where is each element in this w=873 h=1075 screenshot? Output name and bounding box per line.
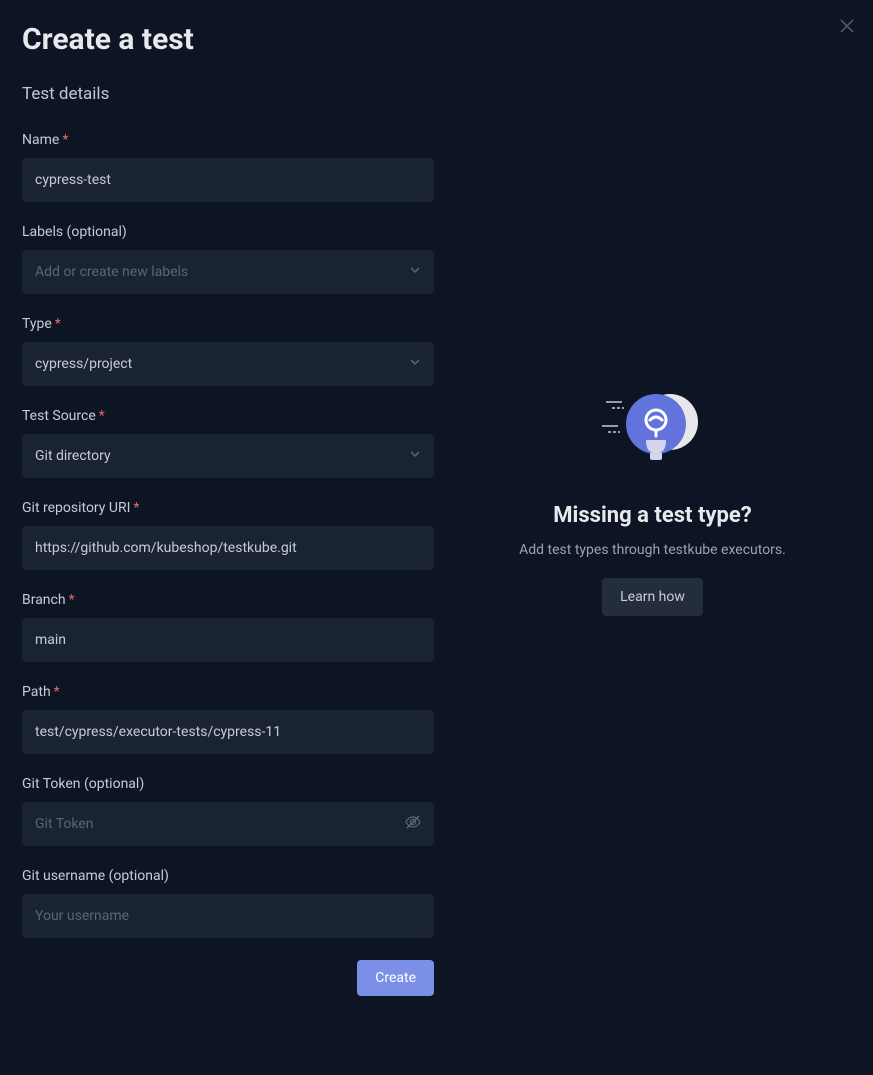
git-username-label: Git username (optional) [22,868,434,884]
branch-input[interactable] [22,618,434,662]
path-input[interactable] [22,710,434,754]
branch-label: Branch* [22,592,434,608]
branch-label-text: Branch [22,592,66,608]
required-marker: * [99,408,105,424]
type-value: cypress/project [35,356,132,372]
path-label: Path* [22,684,434,700]
name-label: Name* [22,132,434,148]
labels-select[interactable]: Add or create new labels [22,250,434,294]
required-marker: * [54,684,60,700]
test-source-value: Git directory [35,448,111,464]
hint-text: Add test types through testkube executor… [519,542,786,558]
git-uri-input[interactable] [22,526,434,570]
git-token-input[interactable] [22,802,434,846]
type-label-text: Type [22,316,52,332]
learn-how-button[interactable]: Learn how [602,578,703,616]
form-panel: Create a test Test details Name* Labels … [22,22,454,1053]
field-type: Type* cypress/project [22,316,434,386]
field-labels: Labels (optional) Add or create new labe… [22,224,434,294]
path-label-text: Path [22,684,51,700]
field-test-source: Test Source* Git directory [22,408,434,478]
field-git-token: Git Token (optional) [22,776,434,846]
name-input[interactable] [22,158,434,202]
field-git-uri: Git repository URI* [22,500,434,570]
test-source-label: Test Source* [22,408,434,424]
chevron-down-icon [409,264,421,280]
type-label: Type* [22,316,434,332]
labels-placeholder: Add or create new labels [35,264,188,280]
git-uri-label: Git repository URI* [22,500,434,516]
hint-title: Missing a test type? [553,503,751,528]
chevron-down-icon [409,356,421,372]
field-branch: Branch* [22,592,434,662]
required-marker: * [55,316,61,332]
git-username-input[interactable] [22,894,434,938]
required-marker: * [62,132,68,148]
type-select[interactable]: cypress/project [22,342,434,386]
field-name: Name* [22,132,434,202]
create-button[interactable]: Create [357,960,434,996]
labels-label: Labels (optional) [22,224,434,240]
required-marker: * [133,500,139,516]
field-git-username: Git username (optional) [22,868,434,938]
name-label-text: Name [22,132,59,148]
chevron-down-icon [409,448,421,464]
test-source-select[interactable]: Git directory [22,434,434,478]
lightbulb-icon [598,380,708,479]
test-source-label-text: Test Source [22,408,96,424]
section-label: Test details [22,84,434,104]
page-title: Create a test [22,22,434,58]
git-uri-label-text: Git repository URI [22,500,130,516]
eye-hidden-icon[interactable] [404,813,422,835]
close-button[interactable] [839,18,855,38]
hint-panel: Missing a test type? Add test types thro… [454,22,851,1053]
required-marker: * [69,592,75,608]
field-path: Path* [22,684,434,754]
git-token-label: Git Token (optional) [22,776,434,792]
close-icon [839,18,855,34]
